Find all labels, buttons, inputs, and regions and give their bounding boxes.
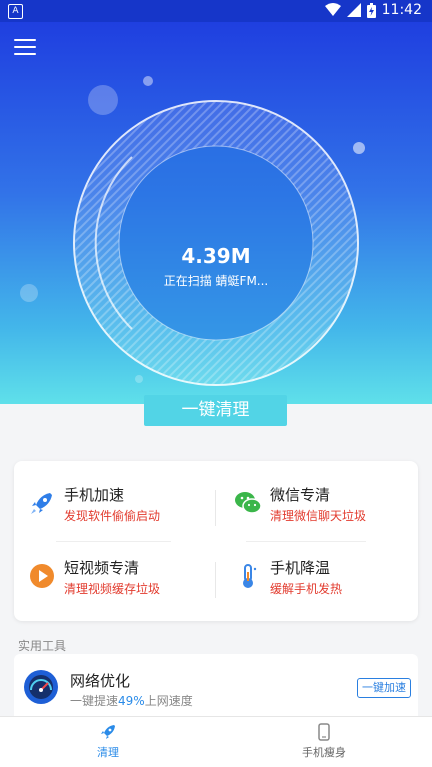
rocket-icon <box>31 493 52 514</box>
clock: 11:42 <box>381 2 422 18</box>
scan-progress-ring <box>73 100 359 386</box>
rocket-icon <box>101 725 115 739</box>
tool-description: 一键提速49%上网速度 <box>70 694 193 708</box>
phone-icon <box>318 723 330 741</box>
feature-phone-speedup[interactable]: 手机加速 发现软件偷偷启动 <box>20 481 210 541</box>
feature-title: 短视频专清 <box>64 559 140 577</box>
nav-label: 清理 <box>97 746 119 759</box>
nav-label: 手机瘦身 <box>302 746 346 759</box>
feature-subtitle: 发现软件偷偷启动 <box>64 509 161 523</box>
thermometer-icon <box>243 564 257 588</box>
play-icon <box>30 564 54 588</box>
notification-icon: A <box>8 4 23 19</box>
feature-phone-cooldown[interactable]: 手机降温 缓解手机发热 <box>226 554 416 614</box>
feature-title: 手机降温 <box>270 559 331 577</box>
speedometer-icon <box>24 670 58 704</box>
menu-button[interactable] <box>14 38 36 56</box>
hero-panel: 4.39M 正在扫描 蜻蜓FM... <box>0 22 432 404</box>
tool-name: 网络优化 <box>70 672 131 690</box>
feature-card: 手机加速 发现软件偷偷启动 微信专清 清理微信聊天垃圾 短视频专清 清理视频缓存… <box>14 461 418 621</box>
feature-subtitle: 清理视频缓存垃圾 <box>64 582 161 596</box>
one-click-speedup-button[interactable]: 一键加速 <box>357 678 411 698</box>
bottom-nav: 清理 手机瘦身 <box>0 716 432 767</box>
decor-bubble <box>143 76 153 86</box>
feature-wechat-clean[interactable]: 微信专清 清理微信聊天垃圾 <box>226 481 416 541</box>
junk-size: 4.39M <box>181 244 251 268</box>
status-indicators: 11:42 <box>324 2 422 18</box>
divider <box>246 541 366 542</box>
one-click-clean-button[interactable]: 一键清理 <box>144 395 287 426</box>
feature-subtitle: 缓解手机发热 <box>270 582 343 596</box>
feature-title: 微信专清 <box>270 486 331 504</box>
feature-short-video-clean[interactable]: 短视频专清 清理视频缓存垃圾 <box>20 554 210 614</box>
feature-title: 手机加速 <box>64 486 125 504</box>
signal-icon <box>346 3 361 17</box>
battery-icon <box>366 2 376 18</box>
divider <box>56 541 171 542</box>
nav-tab-clean[interactable]: 清理 <box>0 717 216 767</box>
wifi-icon <box>324 3 341 16</box>
tools-section-title: 实用工具 <box>18 639 67 653</box>
scan-status: 正在扫描 蜻蜓FM... <box>163 274 269 288</box>
divider <box>215 490 216 526</box>
wechat-icon <box>235 492 262 514</box>
feature-subtitle: 清理微信聊天垃圾 <box>270 509 367 523</box>
nav-tab-phone-slim[interactable]: 手机瘦身 <box>216 717 432 767</box>
status-bar: A 11:42 <box>0 0 432 22</box>
tool-network-optimize[interactable]: 网络优化 一键提速49%上网速度 一键加速 <box>14 654 418 716</box>
divider <box>215 562 216 598</box>
